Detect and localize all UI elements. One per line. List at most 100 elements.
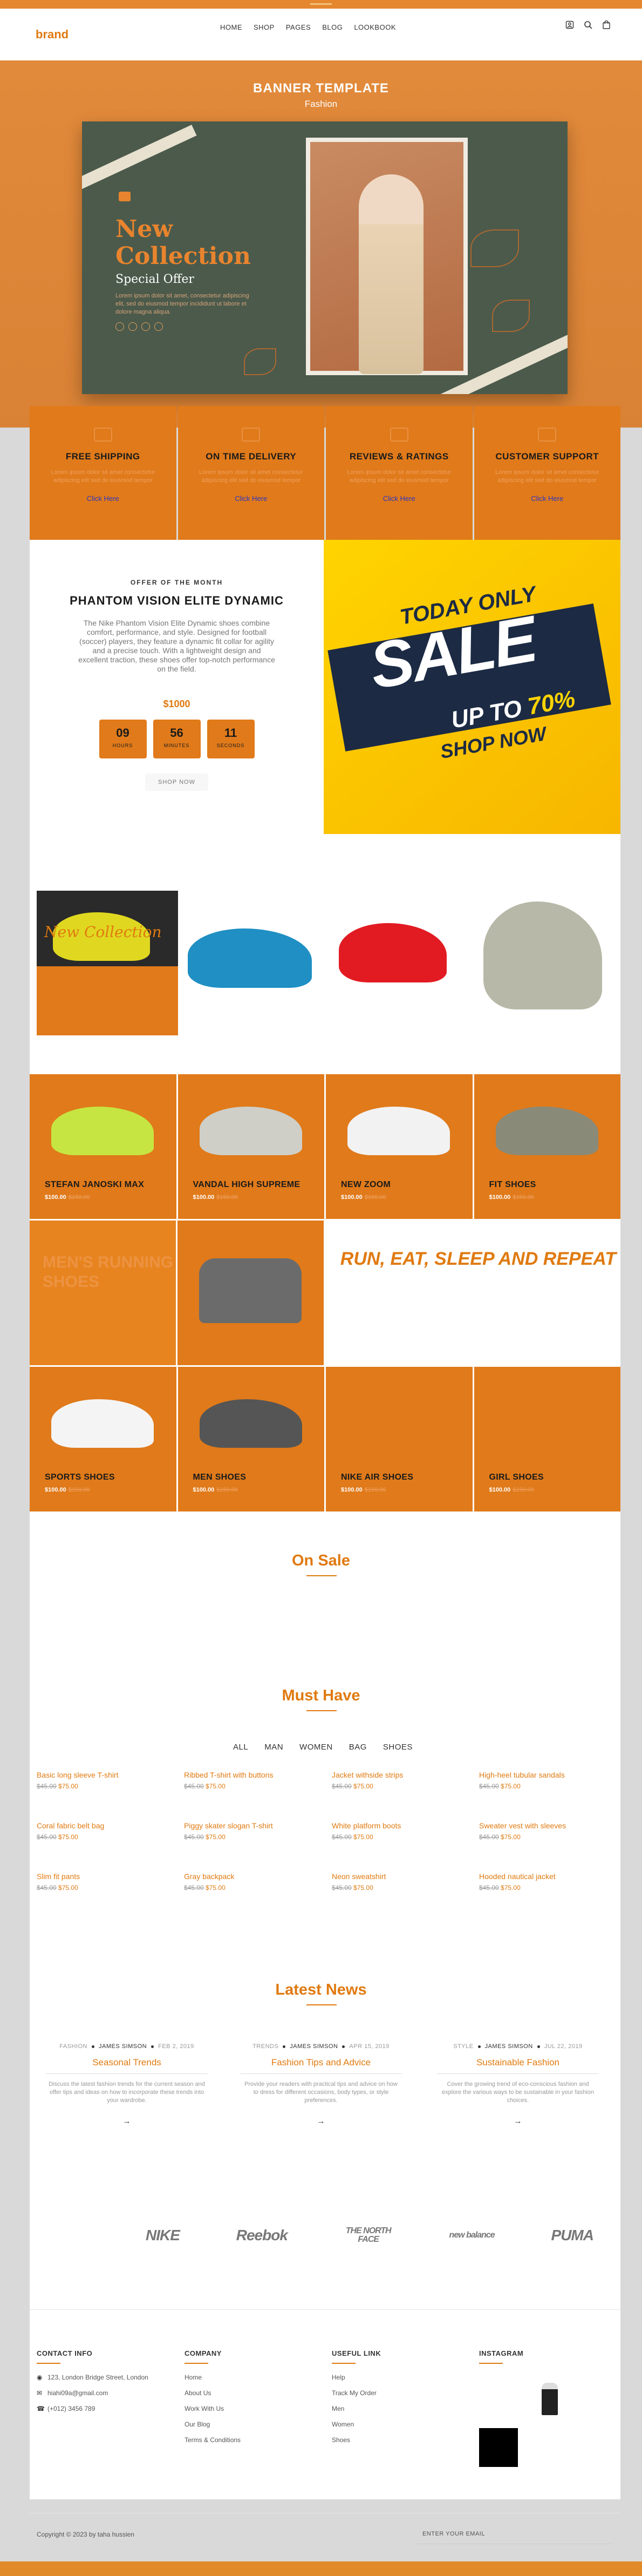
nav-lookbook[interactable]: LOOKBOOK <box>354 23 396 31</box>
news-title[interactable]: Sustainable Fashion <box>429 2057 607 2068</box>
star-icon <box>390 428 408 442</box>
footer-useful: USEFUL LINK Help Track My Order Men Wome… <box>332 2349 381 2452</box>
list-item[interactable]: Hooded nautical jacket $45.00 $75.00 <box>479 1872 625 1892</box>
product-price: $100.00 $150.00 <box>45 1487 90 1493</box>
filter-tabs: ALL MAN WOMEN BAG SHOES <box>233 1743 413 1752</box>
arrow-right-icon[interactable]: → <box>232 2117 410 2126</box>
footer-link[interactable]: Terms & Conditions <box>185 2436 241 2444</box>
search-icon[interactable] <box>584 21 592 29</box>
phone-link[interactable]: ☎ (+012) 3456 789 <box>37 2405 150 2413</box>
leaf-decoration <box>492 300 530 332</box>
heading-underline <box>332 2363 356 2364</box>
list-item[interactable]: Piggy skater slogan T-shirt $45.00 $75.00 <box>184 1821 330 1841</box>
product-card[interactable]: NEW ZOOM $100.00 $150.00 <box>326 1074 473 1219</box>
list-item[interactable]: White platform boots $45.00 $75.00 <box>332 1821 477 1841</box>
footer-link[interactable]: Home <box>185 2374 241 2382</box>
instagram-photo[interactable] <box>479 2428 518 2467</box>
feature-link[interactable]: Click Here <box>474 494 621 503</box>
footer-link[interactable]: Work With Us <box>185 2405 241 2413</box>
product-price: $100.00 $150.00 <box>193 1487 238 1493</box>
filter-bag[interactable]: BAG <box>349 1743 367 1752</box>
product-card[interactable]: VANDAL HIGH SUPREME $100.00 $150.00 <box>177 1074 324 1219</box>
leaf-decoration <box>244 348 276 375</box>
brand-reebok[interactable]: Reebok <box>236 2227 288 2244</box>
list-item[interactable]: Ribbed T-shirt with buttons $45.00 $75.00 <box>184 1771 330 1790</box>
brand-logo[interactable]: brand <box>36 28 100 42</box>
twitter-icon[interactable] <box>128 322 137 331</box>
news-title[interactable]: Seasonal Trends <box>38 2057 216 2068</box>
gallery-image-1[interactable]: New Collection <box>37 891 178 1035</box>
list-item[interactable]: High-heel tubular sandals $45.00 $75.00 <box>479 1771 625 1790</box>
title-underline <box>306 2004 337 2005</box>
filter-shoes[interactable]: SHOES <box>383 1743 413 1752</box>
arrow-right-icon[interactable]: → <box>429 2117 607 2126</box>
feature-link[interactable]: Click Here <box>326 494 473 503</box>
news-card: STYLE JAMES SIMSON JUL 22, 2019 Sustainabl… <box>429 2043 607 2126</box>
promo-men-running[interactable]: MEN'S RUNNING SHOES <box>30 1221 176 1365</box>
facebook-icon[interactable] <box>115 322 124 331</box>
list-item[interactable]: Coral fabric belt bag $45.00 $75.00 <box>37 1821 182 1841</box>
news-title[interactable]: Fashion Tips and Advice <box>232 2057 410 2068</box>
promo-row: MEN'S RUNNING SHOES RUN, EAT, SLEEP AND … <box>30 1221 620 1365</box>
offer-shop-now-button[interactable]: SHOP NOW <box>145 774 208 791</box>
nav-blog[interactable]: BLOG <box>322 23 343 31</box>
brand-north-face[interactable]: THE NORTH FACE <box>344 2227 393 2244</box>
brand-nike[interactable]: NIKE <box>146 2227 180 2244</box>
news-excerpt: Cover the growing trend of eco-conscious… <box>442 2081 594 2104</box>
product-card[interactable]: SPORTS SHOES $100.00 $150.00 <box>30 1367 176 1511</box>
list-item[interactable]: Neon sweatshirt $45.00 $75.00 <box>332 1872 477 1892</box>
brand-new-balance[interactable]: new balance <box>449 2231 495 2240</box>
model-figure <box>359 174 424 374</box>
pinterest-icon[interactable] <box>141 322 150 331</box>
product-card[interactable]: NIKE AIR SHOES $100.00 $150.00 <box>326 1367 473 1511</box>
footer-link[interactable]: About Us <box>185 2389 241 2397</box>
filter-man[interactable]: MAN <box>264 1743 283 1752</box>
user-icon[interactable] <box>565 21 574 29</box>
list-item[interactable]: Gray backpack $45.00 $75.00 <box>184 1872 330 1892</box>
list-item[interactable]: Sweater vest with sleeves $45.00 $75.00 <box>479 1821 625 1841</box>
list-item[interactable]: Basic long sleeve T-shirt $45.00 $75.00 <box>37 1771 182 1790</box>
newsletter-email-input[interactable]: ENTER YOUR EMAIL <box>422 2531 611 2537</box>
bag-icon[interactable] <box>602 20 611 29</box>
news-divider <box>46 2073 208 2074</box>
promo-bag[interactable] <box>177 1221 324 1365</box>
footer-link[interactable]: Shoes <box>332 2436 381 2444</box>
list-item[interactable]: Slim fit pants $45.00 $75.00 <box>37 1872 182 1892</box>
feature-link[interactable]: Click Here <box>178 494 325 503</box>
mail-icon: ✉ <box>37 2389 43 2397</box>
instagram-icon[interactable] <box>154 322 163 331</box>
gallery-image-4[interactable] <box>473 891 614 1035</box>
footer-link[interactable]: Help <box>332 2374 381 2382</box>
footer-link[interactable]: Track My Order <box>332 2389 381 2397</box>
product-card[interactable]: MEN SHOES $100.00 $150.00 <box>177 1367 324 1511</box>
filter-all[interactable]: ALL <box>233 1743 248 1752</box>
arrow-right-icon[interactable]: → <box>38 2117 216 2126</box>
sale-banner[interactable]: TODAY ONLY SALE UP TO 70% SHOP NOW <box>324 540 620 834</box>
banner-photo <box>306 138 468 375</box>
footer-link[interactable]: Men <box>332 2405 381 2413</box>
feature-link[interactable]: Click Here <box>30 494 176 503</box>
header-icons <box>565 20 611 29</box>
news-meta: TRENDS JAMES SIMSON APR 15, 2019 <box>252 2043 390 2050</box>
gallery-image-3[interactable] <box>328 891 469 1035</box>
nav-home[interactable]: HOME <box>220 23 242 31</box>
nav-shop[interactable]: SHOP <box>254 23 275 31</box>
footer-link[interactable]: Our Blog <box>185 2421 241 2429</box>
news-divider <box>437 2073 599 2074</box>
leaf-decoration <box>470 229 519 267</box>
bottom-strip <box>0 2561 642 2576</box>
product-card[interactable]: STEFAN JANOSKI MAX $100.00 $150.00 <box>30 1074 176 1219</box>
footer-link[interactable]: Women <box>332 2421 381 2429</box>
men-running-text: MEN'S RUNNING SHOES <box>43 1253 174 1291</box>
product-card[interactable]: GIRL SHOES $100.00 $150.00 <box>474 1367 620 1511</box>
nav-pages[interactable]: PAGES <box>286 23 311 31</box>
list-item[interactable]: Jacket withside strips $45.00 $75.00 <box>332 1771 477 1790</box>
product-card[interactable]: FIT SHOES $100.00 $150.00 <box>474 1074 620 1219</box>
banner-special: Special Offer <box>115 273 194 286</box>
brand-puma[interactable]: PUMA <box>551 2227 594 2244</box>
feature-title: CUSTOMER SUPPORT <box>495 451 599 462</box>
filter-women[interactable]: WOMEN <box>299 1743 333 1752</box>
gallery-image-2[interactable] <box>180 891 321 1035</box>
email-link[interactable]: ✉ hiahi09a@gmail.com <box>37 2389 150 2397</box>
instagram-photo[interactable] <box>534 2381 564 2417</box>
